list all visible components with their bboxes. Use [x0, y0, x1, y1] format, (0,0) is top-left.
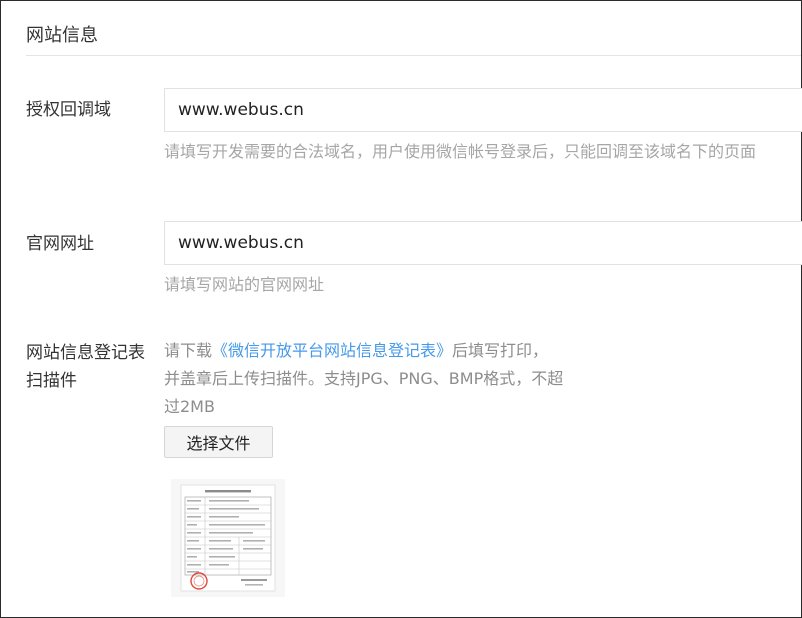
download-form-link[interactable]: 《微信开放平台网站信息登记表》 [212, 341, 452, 360]
registration-form-label: 网站信息登记表扫描件 [26, 343, 145, 391]
registration-form-description: 请下载《微信开放平台网站信息登记表》后填写打印，并盖章后上传扫描件。支持JPG、… [164, 337, 564, 421]
website-url-label: 官网网址 [26, 234, 94, 254]
download-prefix-text: 请下载 [164, 341, 213, 360]
website-url-hint: 请填写网站的官网网址 [164, 275, 325, 294]
section-title: 网站信息 [26, 25, 98, 46]
callback-domain-hint: 请填写开发需要的合法域名，用户使用微信帐号登录后，只能回调至该域名下的页面 [164, 142, 757, 161]
callback-domain-label: 授权回调域 [26, 100, 111, 120]
scanned-form-thumbnail [171, 479, 285, 597]
choose-file-button[interactable]: 选择文件 [164, 426, 273, 458]
section-divider [26, 55, 801, 56]
website-url-input[interactable] [164, 221, 802, 265]
page-frame: 网站信息 授权回调域 请填写开发需要的合法域名，用户使用微信帐号登录后，只能回调… [0, 0, 802, 618]
callback-domain-input[interactable] [164, 88, 802, 132]
